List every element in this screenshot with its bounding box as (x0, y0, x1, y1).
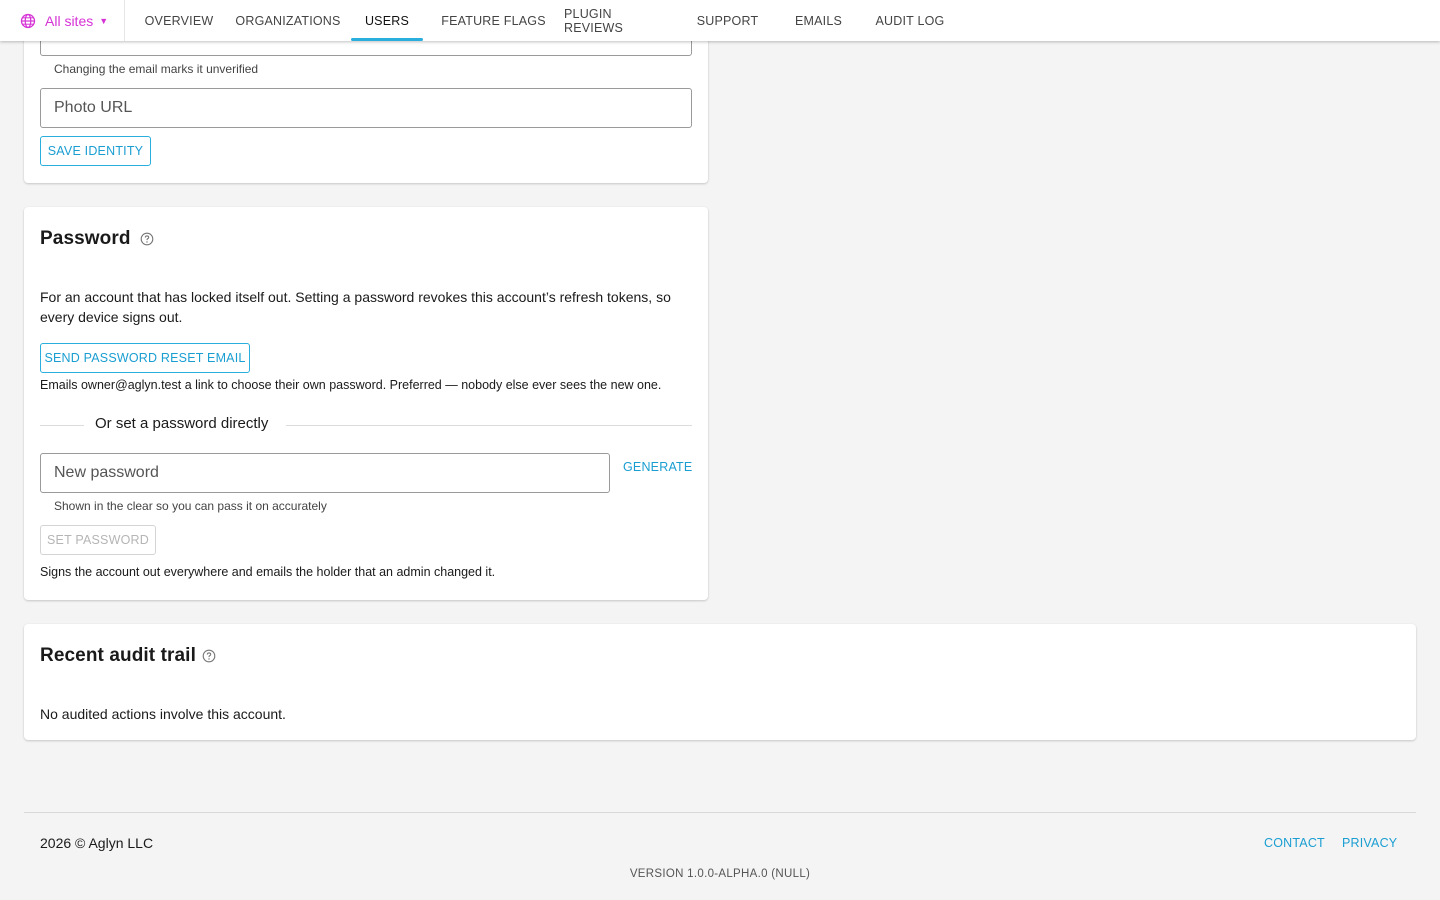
contact-link[interactable]: CONTACT (1264, 836, 1325, 850)
copyright: 2026 © Aglyn LLC (40, 835, 154, 851)
tab-overview[interactable]: OVERVIEW (133, 0, 225, 41)
help-icon[interactable] (202, 649, 216, 663)
tab-support[interactable]: SUPPORT (674, 0, 781, 41)
divider-left (40, 425, 84, 426)
caret-down-icon: ▼ (99, 15, 109, 26)
site-picker[interactable]: All sites ▼ (0, 0, 125, 41)
tab-users[interactable]: USERS (351, 0, 423, 41)
tab-plugin-reviews[interactable]: PLUGIN REVIEWS (564, 0, 674, 41)
password-description: For an account that has locked itself ou… (40, 289, 671, 325)
new-password-input[interactable] (41, 454, 609, 492)
save-identity-button[interactable]: SAVE IDENTITY (40, 136, 151, 166)
globe-icon (20, 13, 36, 28)
version-label: VERSION 1.0.0-ALPHA.0 (NULL) (629, 868, 811, 880)
tab-audit-log[interactable]: AUDIT LOG (856, 0, 964, 41)
audit-trail-title: Recent audit trail (40, 645, 196, 666)
generate-button[interactable]: GENERATE (623, 460, 692, 474)
audit-trail-card: Recent audit trail No audited actions in… (24, 624, 1416, 740)
password-title: Password (40, 228, 131, 249)
set-password-note: Signs the account out everywhere and ema… (40, 565, 496, 579)
new-password-hint: Shown in the clear so you can pass it on… (54, 499, 327, 513)
send-password-reset-button[interactable]: SEND PASSWORD RESET EMAIL (40, 343, 250, 373)
tab-organizations[interactable]: ORGANIZATIONS (225, 0, 351, 41)
divider-right (286, 425, 692, 426)
site-picker-label: All sites (45, 12, 94, 29)
audit-empty-text: No audited actions involve this account. (40, 706, 286, 722)
footer-divider (24, 812, 1416, 813)
new-password-field[interactable] (40, 453, 610, 493)
tab-feature-flags[interactable]: FEATURE FLAGS (423, 0, 564, 41)
reset-note: Emails owner@aglyn.test a link to choose… (40, 378, 662, 392)
main-tabs: OVERVIEW ORGANIZATIONS USERS FEATURE FLA… (125, 0, 964, 41)
password-card: Password For an account that has locked … (24, 207, 708, 600)
photo-url-field[interactable] (40, 88, 692, 128)
email-hint: Changing the email marks it unverified (54, 62, 259, 76)
privacy-link[interactable]: PRIVACY (1342, 836, 1397, 850)
help-icon[interactable] (140, 232, 154, 246)
set-password-button[interactable]: SET PASSWORD (40, 525, 156, 555)
photo-url-input[interactable] (41, 89, 691, 127)
divider-label: Or set a password directly (95, 415, 269, 432)
top-nav: All sites ▼ OVERVIEW ORGANIZATIONS USERS… (0, 0, 1440, 41)
tab-emails[interactable]: EMAILS (781, 0, 856, 41)
